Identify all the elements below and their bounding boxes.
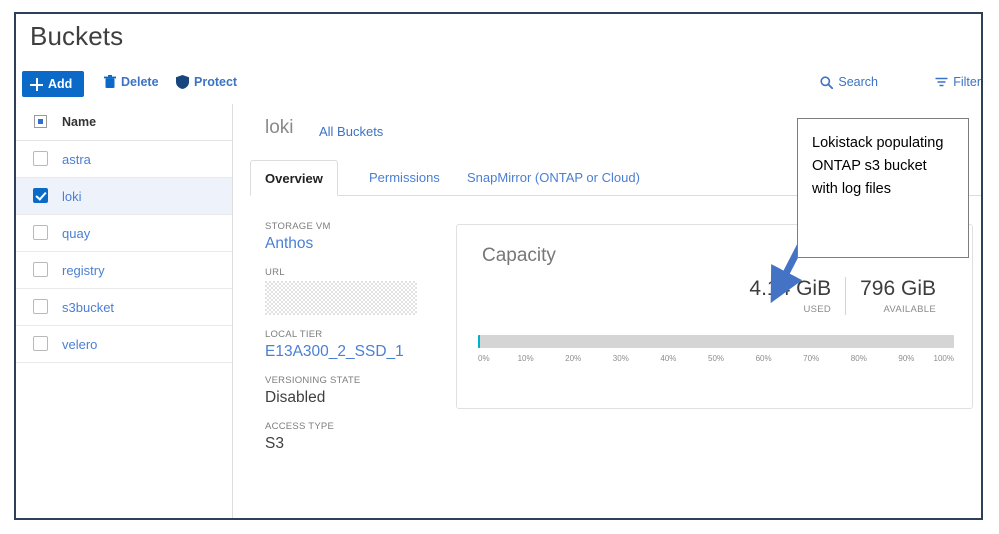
field-label: VERSIONING STATE	[265, 375, 435, 386]
field-url: URL	[265, 267, 435, 315]
field-value: S3	[265, 435, 435, 453]
capacity-used-stat: 4.14 GiB USED	[735, 277, 845, 315]
tab-snapmirror[interactable]: SnapMirror (ONTAP or Cloud)	[453, 160, 654, 195]
bucket-list-pane: Name astra loki quay registry	[16, 104, 233, 518]
table-row[interactable]: registry	[16, 252, 232, 289]
row-checkbox[interactable]	[33, 188, 48, 203]
capacity-used-label: USED	[749, 304, 831, 315]
field-versioning-state: VERSIONING STATE Disabled	[265, 375, 435, 407]
table-row[interactable]: s3bucket	[16, 289, 232, 326]
field-value[interactable]: E13A300_2_SSD_1	[265, 343, 435, 361]
page-header: Buckets	[16, 14, 981, 65]
search-button[interactable]: Search	[820, 75, 878, 89]
capacity-title: Capacity	[482, 245, 556, 267]
capacity-tick-label: 50%	[708, 354, 724, 363]
bucket-name-label: loki	[62, 189, 82, 204]
field-label: STORAGE VM	[265, 221, 435, 232]
field-label: URL	[265, 267, 435, 278]
capacity-available-stat: 796 GiB AVAILABLE	[845, 277, 950, 315]
capacity-tick-label: 70%	[803, 354, 819, 363]
capacity-used-value: 4.14 GiB	[749, 277, 831, 301]
delete-button-label: Delete	[121, 75, 159, 89]
bucket-name-label: registry	[62, 263, 105, 278]
filter-button-label: Filter	[953, 75, 981, 89]
field-access-type: ACCESS TYPE S3	[265, 421, 435, 453]
capacity-available-value: 796 GiB	[860, 277, 936, 301]
add-button-label: Add	[48, 78, 72, 91]
field-storage-vm: STORAGE VM Anthos	[265, 221, 435, 253]
toolbar: Add Delete Protect	[16, 65, 981, 105]
plus-icon	[30, 78, 43, 91]
table-row[interactable]: velero	[16, 326, 232, 363]
field-value[interactable]: Anthos	[265, 235, 435, 253]
capacity-stats: 4.14 GiB USED 796 GiB AVAILABLE	[735, 277, 950, 315]
capacity-tick-label: 60%	[756, 354, 772, 363]
page-title: Buckets	[30, 21, 123, 52]
tab-permissions[interactable]: Permissions	[355, 160, 454, 195]
screenshot-root: Buckets Add Delete	[0, 0, 999, 534]
capacity-bar-wrapper: 0% 10% 20% 30% 40% 50% 60% 70% 80% 90% 100%	[478, 335, 954, 366]
tab-overview[interactable]: Overview	[250, 160, 338, 196]
capacity-tick-label: 10%	[518, 354, 534, 363]
field-local-tier: LOCAL TIER E13A300_2_SSD_1	[265, 329, 435, 361]
table-row[interactable]: loki	[16, 178, 232, 215]
capacity-tick-label: 0%	[478, 354, 490, 363]
row-checkbox[interactable]	[33, 151, 48, 166]
capacity-tick-label: 20%	[565, 354, 581, 363]
field-label: LOCAL TIER	[265, 329, 435, 340]
detail-bucket-title: loki	[265, 117, 294, 139]
row-checkbox[interactable]	[33, 262, 48, 277]
detail-fields: STORAGE VM Anthos URL LOCAL TIER E13A300…	[265, 221, 435, 467]
table-row[interactable]: astra	[16, 141, 232, 178]
field-label: ACCESS TYPE	[265, 421, 435, 432]
select-all-checkbox[interactable]	[34, 115, 47, 128]
capacity-bar-track	[478, 335, 954, 348]
bucket-name-label: velero	[62, 337, 97, 352]
delete-button[interactable]: Delete	[104, 75, 159, 89]
protect-button[interactable]: Protect	[176, 75, 237, 89]
field-value: Disabled	[265, 389, 435, 407]
annotation-text: Lokistack populating ONTAP s3 bucket wit…	[812, 132, 954, 201]
bucket-name-label: quay	[62, 226, 90, 241]
annotation-callout: Lokistack populating ONTAP s3 bucket wit…	[797, 118, 969, 258]
bucket-name-label: s3bucket	[62, 300, 114, 315]
row-checkbox[interactable]	[33, 225, 48, 240]
search-icon	[820, 76, 833, 89]
search-button-label: Search	[838, 75, 878, 89]
filter-button[interactable]: Filter	[935, 75, 981, 89]
redacted-url-value	[265, 281, 417, 315]
protect-button-label: Protect	[194, 75, 237, 89]
bucket-name-label: astra	[62, 152, 91, 167]
all-buckets-link[interactable]: All Buckets	[319, 124, 383, 139]
add-button[interactable]: Add	[22, 71, 84, 97]
application-window: Buckets Add Delete	[14, 12, 983, 520]
capacity-bar-ticks: 0% 10% 20% 30% 40% 50% 60% 70% 80% 90% 100%	[478, 354, 954, 366]
capacity-tick-label: 40%	[660, 354, 676, 363]
row-checkbox[interactable]	[33, 336, 48, 351]
bucket-list-header: Name	[16, 104, 232, 141]
filter-icon	[935, 76, 948, 88]
table-row[interactable]: quay	[16, 215, 232, 252]
trash-icon	[104, 75, 116, 89]
capacity-available-label: AVAILABLE	[860, 304, 936, 315]
capacity-tick-label: 90%	[898, 354, 914, 363]
capacity-tick-label: 30%	[613, 354, 629, 363]
capacity-tick-label: 80%	[851, 354, 867, 363]
column-header-name: Name	[62, 115, 96, 129]
row-checkbox[interactable]	[33, 299, 48, 314]
capacity-tick-label: 100%	[934, 354, 954, 363]
shield-icon	[176, 75, 189, 89]
capacity-bar-fill	[478, 335, 480, 348]
